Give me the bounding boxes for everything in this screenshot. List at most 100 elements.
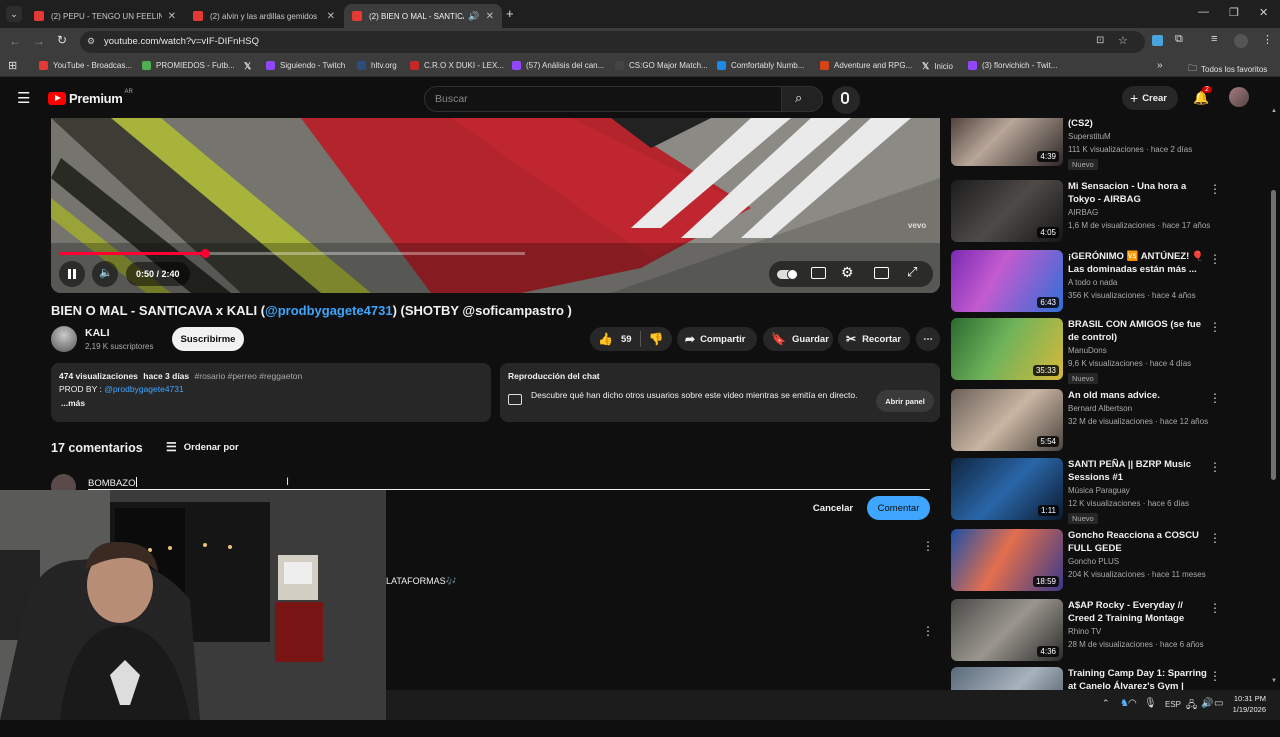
sort-comments-button[interactable]: ☰ Ordenar por xyxy=(166,440,239,454)
fullscreen-icon[interactable]: ⤢ xyxy=(907,264,917,280)
channel-name[interactable]: SuperstituM xyxy=(1068,132,1111,141)
channel-name[interactable]: ManuDons xyxy=(1068,346,1107,355)
share-button[interactable]: ➦ Compartir xyxy=(677,327,757,351)
video-menu-icon[interactable]: ⋮ xyxy=(1209,320,1221,334)
battery-icon[interactable]: ▭ xyxy=(1214,698,1223,709)
clock-time[interactable]: 10:31 PM xyxy=(1231,694,1266,703)
video-title[interactable]: SANTI PEÑA || BZRP Music Sessions #1 xyxy=(1068,458,1208,484)
pause-button[interactable] xyxy=(59,261,85,287)
save-button[interactable]: 🔖 Guardar xyxy=(763,327,833,351)
video-menu-icon[interactable]: ⋮ xyxy=(1209,460,1221,474)
comment-input[interactable]: BOMBAZO xyxy=(88,473,930,490)
submit-comment-button[interactable]: Comentar xyxy=(867,496,930,520)
video-player[interactable]: vevo 🔈 0:50 / 2:40 ⚙ ⤢ xyxy=(51,118,940,293)
comment-menu-icon[interactable]: ⋮ xyxy=(922,539,934,553)
site-info-icon[interactable]: ⚙ xyxy=(87,36,95,47)
related-video-item[interactable]: 5:54 An old mans advice. Bernard Albertson… xyxy=(951,389,1271,459)
scroll-down-icon[interactable]: ▼ xyxy=(1271,678,1277,684)
maximize-icon[interactable]: ❐ xyxy=(1229,6,1239,19)
bookmark-csgo-major[interactable]: CS:GO Major Match... xyxy=(615,61,708,70)
extension-icon[interactable] xyxy=(1152,35,1163,46)
wifi-icon[interactable]: ◠ xyxy=(1128,698,1137,709)
extensions-puzzle-icon[interactable]: ⧉ xyxy=(1175,33,1183,46)
channel-name[interactable]: Bernard Albertson xyxy=(1068,404,1132,413)
video-menu-icon[interactable]: ⋮ xyxy=(1209,531,1221,545)
bookmark-hltv[interactable]: hltv.org xyxy=(357,61,397,70)
description-box[interactable]: 474 visualizaciones hace 3 días #rosario… xyxy=(51,363,491,422)
search-input[interactable]: Buscar xyxy=(424,86,782,112)
video-menu-icon[interactable]: ⋮ xyxy=(1209,252,1221,266)
related-video-item[interactable]: 18:59 Goncho Reacciona a COSCU FULL GEDE G… xyxy=(951,529,1271,599)
clock-date[interactable]: 1/19/2026 xyxy=(1228,705,1266,714)
video-title[interactable]: BRASIL CON AMIGOS (se fue de control) xyxy=(1068,318,1208,344)
video-thumbnail[interactable]: 35:33 xyxy=(951,318,1063,380)
clip-button[interactable]: ✂ Recortar xyxy=(838,327,910,351)
account-avatar[interactable] xyxy=(1229,87,1249,107)
bookmark-inicio[interactable]: 𝕏 Inicio xyxy=(922,61,953,72)
related-video-item[interactable]: 35:33 BRASIL CON AMIGOS (se fue de contro… xyxy=(951,318,1271,388)
bookmark-analisis[interactable]: (57) Análisis del can... xyxy=(512,61,604,70)
related-video-item[interactable]: 6:43 ¡GERÓNIMO 🆚 ANTÚNEZ! 🎈 Las dominadas… xyxy=(951,250,1271,320)
bookmark-twitch-following[interactable]: Siguiendo - Twitch xyxy=(266,61,345,70)
open-panel-button[interactable]: Abrir panel xyxy=(876,390,934,412)
bookmark-youtube[interactable]: YouTube - Broadcas... xyxy=(39,61,132,70)
related-video-item[interactable]: 4:36 A$AP Rocky - Everyday // Creed 2 Tra… xyxy=(951,599,1271,669)
video-thumbnail[interactable]: 6:43 xyxy=(951,250,1063,312)
autoplay-toggle-icon[interactable] xyxy=(777,269,798,280)
video-title[interactable]: A$AP Rocky - Everyday // Creed 2 Trainin… xyxy=(1068,599,1208,625)
media-control-icon[interactable]: ≡ xyxy=(1211,33,1217,45)
browser-tab-1[interactable]: (2) PEPU - TENGO UN FEELING ✕ xyxy=(26,4,184,28)
more-bookmarks-icon[interactable]: » xyxy=(1157,60,1163,71)
video-menu-icon[interactable]: ⋮ xyxy=(1209,669,1221,683)
video-menu-icon[interactable]: ⋮ xyxy=(1209,601,1221,615)
channel-name[interactable]: AIRBAG xyxy=(1068,208,1098,217)
video-title[interactable]: ¡GERÓNIMO 🆚 ANTÚNEZ! 🎈 Las dominadas est… xyxy=(1068,250,1208,276)
back-icon[interactable]: ← xyxy=(9,34,21,48)
install-app-icon[interactable]: ⊡ xyxy=(1096,35,1104,46)
progress-bar[interactable] xyxy=(59,249,525,258)
video-thumbnail[interactable]: 4:05 xyxy=(951,180,1063,242)
bookmark-florvichich[interactable]: (3) florvichich - Twit... xyxy=(968,61,1057,70)
all-bookmarks-folder[interactable]: 🗀 Todos los favoritos xyxy=(1188,61,1267,77)
settings-gear-icon[interactable]: ⚙ xyxy=(841,264,854,281)
progress-scrubber[interactable] xyxy=(200,249,210,258)
video-title[interactable]: An old mans advice. xyxy=(1068,389,1208,402)
show-hidden-icons-icon[interactable]: ⌃ xyxy=(1102,698,1110,709)
like-button[interactable]: 👍 59 xyxy=(590,332,632,346)
chrome-menu-icon[interactable]: ⋮ xyxy=(1262,33,1273,46)
bookmark-x[interactable]: 𝕏 xyxy=(244,61,251,72)
notifications-button[interactable]: 🔔 2 xyxy=(1193,86,1212,107)
close-tab-icon[interactable]: ✕ xyxy=(486,11,494,22)
miniplayer-icon[interactable] xyxy=(874,267,889,279)
video-thumbnail[interactable]: 18:59 xyxy=(951,529,1063,591)
prod-mention-link[interactable]: @prodbygagete4731 xyxy=(104,384,184,394)
more-actions-button[interactable]: ⋯ xyxy=(916,327,940,351)
video-menu-icon[interactable]: ⋮ xyxy=(1209,182,1221,196)
bookmark-star-icon[interactable]: ☆ xyxy=(1118,34,1128,47)
bookmark-comfortably-numb[interactable]: Comfortably Numb... xyxy=(717,61,804,70)
show-more-link[interactable]: ...más xyxy=(61,398,85,408)
scroll-up-icon[interactable]: ▲ xyxy=(1271,108,1277,114)
subscribe-button[interactable]: Suscribirme xyxy=(172,327,244,351)
youtube-premium-logo[interactable]: Premium AR xyxy=(48,89,133,106)
dislike-button[interactable]: 👎 xyxy=(649,332,664,346)
cancel-comment-button[interactable]: Cancelar xyxy=(806,496,860,520)
comment-menu-icon[interactable]: ⋮ xyxy=(922,624,934,638)
channel-name[interactable]: A todo o nada xyxy=(1068,278,1117,287)
bookmark-promiedos[interactable]: PROMIEDOS - Futb... xyxy=(142,61,235,70)
subtitles-icon[interactable] xyxy=(811,267,826,279)
video-thumbnail[interactable]: 1:11 xyxy=(951,458,1063,520)
language-indicator[interactable]: ESP xyxy=(1165,700,1181,709)
forward-icon[interactable]: → xyxy=(33,34,45,48)
video-title[interactable]: Goncho Reacciona a COSCU FULL GEDE xyxy=(1068,529,1208,555)
related-video-item[interactable]: 1:11 SANTI PEÑA || BZRP Music Sessions #1… xyxy=(951,458,1271,528)
video-thumbnail[interactable]: 4:36 xyxy=(951,599,1063,661)
close-window-icon[interactable]: ✕ xyxy=(1259,6,1268,19)
tab-search-button[interactable]: ⌄ xyxy=(6,6,22,22)
title-mention-link[interactable]: @prodbygagete4731 xyxy=(265,303,393,318)
minimize-icon[interactable]: — xyxy=(1198,6,1209,18)
video-menu-icon[interactable]: ⋮ xyxy=(1209,391,1221,405)
channel-name[interactable]: KALI xyxy=(85,327,110,339)
channel-name[interactable]: Rhino TV xyxy=(1068,627,1101,636)
volume-tray-icon[interactable]: 🔊 xyxy=(1201,698,1213,709)
